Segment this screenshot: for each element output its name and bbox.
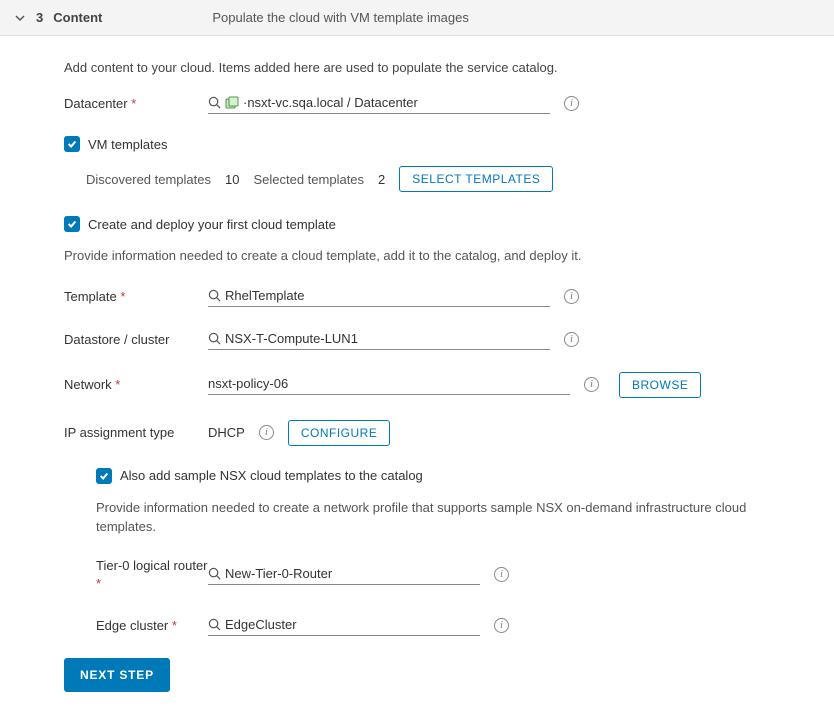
- datastore-row: Datastore / cluster i: [64, 329, 780, 350]
- edge-input-wrap[interactable]: [208, 615, 480, 636]
- nsx-desc: Provide information needed to create a n…: [96, 498, 780, 537]
- section-header[interactable]: 3 Content Populate the cloud with VM tem…: [0, 0, 834, 36]
- browse-button[interactable]: BROWSE: [619, 372, 701, 398]
- search-icon: [208, 96, 221, 109]
- select-templates-button[interactable]: SELECT TEMPLATES: [399, 166, 553, 192]
- edge-input[interactable]: [225, 617, 480, 632]
- next-step-button[interactable]: NEXT STEP: [64, 658, 170, 692]
- intro-text: Add content to your cloud. Items added h…: [64, 60, 780, 75]
- info-icon[interactable]: i: [584, 377, 599, 392]
- template-label: Template: [64, 289, 208, 304]
- search-icon: [208, 618, 221, 631]
- nsx-block: Also add sample NSX cloud templates to t…: [96, 468, 780, 636]
- nsx-checkbox-row: Also add sample NSX cloud templates to t…: [96, 468, 780, 484]
- chevron-down-icon: [14, 12, 26, 24]
- info-icon[interactable]: i: [564, 289, 579, 304]
- nsx-checkbox[interactable]: [96, 468, 112, 484]
- info-icon[interactable]: i: [564, 96, 579, 111]
- datastore-input-wrap[interactable]: [208, 329, 550, 350]
- network-label: Network: [64, 377, 208, 392]
- vm-templates-checkbox[interactable]: [64, 136, 80, 152]
- datastore-label: Datastore / cluster: [64, 332, 208, 347]
- tier0-input-wrap[interactable]: [208, 564, 480, 585]
- step-description: Populate the cloud with VM template imag…: [212, 10, 469, 25]
- edge-label: Edge cluster: [96, 618, 208, 633]
- create-deploy-desc: Provide information needed to create a c…: [64, 246, 780, 266]
- selected-templates-label: Selected templates: [253, 172, 364, 187]
- tier0-input[interactable]: [225, 566, 480, 581]
- tier0-label: Tier-0 logical router: [96, 557, 208, 593]
- step-title: Content: [53, 10, 102, 25]
- info-icon[interactable]: i: [494, 618, 509, 633]
- edge-row: Edge cluster i: [96, 615, 780, 636]
- template-row: Template i: [64, 286, 780, 307]
- create-deploy-checkbox-row: Create and deploy your first cloud templ…: [64, 216, 780, 232]
- datacenter-input-wrap[interactable]: [208, 93, 550, 114]
- step-number: 3: [36, 10, 43, 25]
- vm-templates-label: VM templates: [88, 137, 167, 152]
- template-input-wrap[interactable]: [208, 286, 550, 307]
- ip-value: DHCP: [208, 425, 245, 440]
- tier0-row: Tier-0 logical router i: [96, 557, 780, 593]
- network-row: Network i BROWSE: [64, 372, 780, 398]
- ip-label: IP assignment type: [64, 425, 208, 440]
- create-deploy-label: Create and deploy your first cloud templ…: [88, 217, 336, 232]
- datacenter-icon: [225, 96, 239, 110]
- datacenter-row: Datacenter i: [64, 93, 780, 114]
- datacenter-input[interactable]: [243, 95, 550, 110]
- discovered-templates-label: Discovered templates: [86, 172, 211, 187]
- content-panel: Add content to your cloud. Items added h…: [0, 36, 780, 716]
- ip-row: IP assignment type DHCP i CONFIGURE: [64, 420, 780, 446]
- search-icon: [208, 289, 221, 302]
- template-input[interactable]: [225, 288, 550, 303]
- info-icon[interactable]: i: [564, 332, 579, 347]
- search-icon: [208, 567, 221, 580]
- templates-summary: Discovered templates 10 Selected templat…: [86, 166, 780, 192]
- vm-templates-checkbox-row: VM templates: [64, 136, 780, 152]
- discovered-templates-count: 10: [225, 172, 239, 187]
- nsx-label: Also add sample NSX cloud templates to t…: [120, 468, 423, 483]
- create-deploy-checkbox[interactable]: [64, 216, 80, 232]
- network-input[interactable]: [208, 374, 570, 395]
- selected-templates-count: 2: [378, 172, 385, 187]
- info-icon[interactable]: i: [494, 567, 509, 582]
- info-icon[interactable]: i: [259, 425, 274, 440]
- configure-button[interactable]: CONFIGURE: [288, 420, 391, 446]
- datacenter-label: Datacenter: [64, 96, 208, 111]
- datastore-input[interactable]: [225, 331, 550, 346]
- search-icon: [208, 332, 221, 345]
